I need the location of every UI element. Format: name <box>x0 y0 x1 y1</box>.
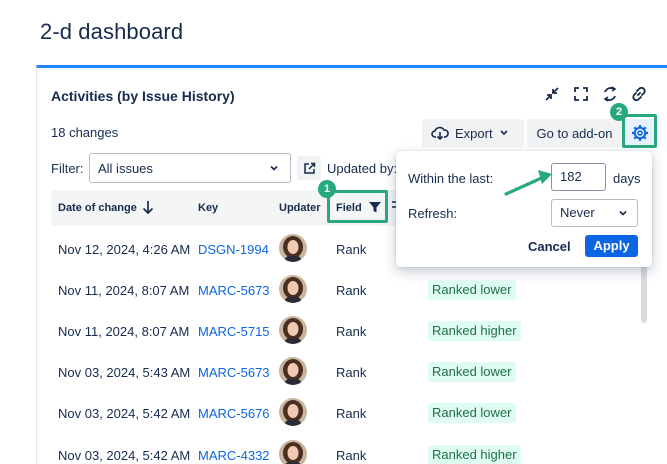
chevron-down-icon <box>270 165 278 171</box>
external-link-icon <box>303 162 315 174</box>
change-badge: Ranked lower <box>428 403 516 423</box>
avatar <box>279 316 307 344</box>
updated-by-label: Updated by: <box>327 161 398 176</box>
row-key-link[interactable]: MARC-5715 <box>198 324 270 339</box>
row-date: Nov 03, 2024, 5:42 AM <box>58 406 191 421</box>
chevron-down-icon <box>500 130 508 136</box>
change-badge: Ranked lower <box>428 362 516 382</box>
row-date: Nov 12, 2024, 4:26 AM <box>58 242 191 257</box>
avatar <box>279 440 307 464</box>
row-field: Rank <box>336 406 367 421</box>
annotation-badge-2: 2 <box>610 103 628 121</box>
table-row[interactable]: Nov 03, 2024, 5:42 AM MARC-4332 Rank Ran… <box>51 436 571 464</box>
arrow-down-icon[interactable] <box>141 199 155 215</box>
refresh-select[interactable]: Never <box>551 199 638 227</box>
row-date: Nov 03, 2024, 5:43 AM <box>58 365 191 380</box>
row-field: Rank <box>336 448 367 463</box>
row-field: Rank <box>336 283 367 298</box>
gear-highlight-box <box>622 114 657 148</box>
row-field: Rank <box>336 242 367 257</box>
row-key-link[interactable]: DSGN-1994 <box>198 242 269 257</box>
annotation-badge-1: 1 <box>318 180 336 198</box>
row-field: Rank <box>336 365 367 380</box>
row-field: Rank <box>336 324 367 339</box>
cloud-download-icon <box>431 126 449 140</box>
column-key[interactable]: Key <box>198 202 218 214</box>
column-updater[interactable]: Updater <box>279 202 321 214</box>
collapse-icon[interactable] <box>542 84 562 104</box>
filter-value: All issues <box>98 160 153 176</box>
refresh-value: Never <box>560 205 595 220</box>
gadget-title: Activities (by Issue History) <box>51 88 235 104</box>
avatar <box>279 234 307 262</box>
row-key-link[interactable]: MARC-4332 <box>198 448 270 463</box>
avatar <box>279 357 307 385</box>
fullscreen-icon[interactable] <box>571 84 591 104</box>
chevron-down-icon <box>619 210 627 216</box>
row-key-link[interactable]: MARC-5673 <box>198 283 270 298</box>
annotation-arrow <box>504 170 552 196</box>
change-badge: Ranked lower <box>428 280 516 300</box>
row-key-link[interactable]: MARC-5676 <box>198 406 270 421</box>
table-row[interactable]: Nov 11, 2024, 8:07 AM MARC-5715 Rank Ran… <box>51 312 571 352</box>
avatar <box>279 275 307 303</box>
cancel-button[interactable]: Cancel <box>528 239 571 254</box>
changes-count: 18 changes <box>51 125 119 140</box>
filter-label: Filter: <box>51 161 84 176</box>
page-title: 2-d dashboard <box>40 19 184 44</box>
within-last-label: Within the last: <box>408 171 494 186</box>
table-row[interactable]: Nov 11, 2024, 8:07 AM MARC-5673 Rank Ran… <box>51 271 571 311</box>
filter-select[interactable]: All issues <box>89 153 291 183</box>
row-date: Nov 11, 2024, 8:07 AM <box>58 324 190 339</box>
row-key-link[interactable]: MARC-5673 <box>198 365 270 380</box>
export-button[interactable]: Export <box>422 119 524 147</box>
days-unit-label: days <box>613 171 641 186</box>
row-date: Nov 11, 2024, 8:07 AM <box>58 283 190 298</box>
open-filter-button[interactable] <box>297 156 321 180</box>
refresh-icon[interactable] <box>600 84 620 104</box>
refresh-label: Refresh: <box>408 206 458 221</box>
go-to-addon-button[interactable]: Go to add-on <box>527 119 622 147</box>
column-date[interactable]: Date of change <box>58 202 137 214</box>
field-highlight-box <box>327 190 388 223</box>
change-badge: Ranked higher <box>428 445 521 464</box>
export-label: Export <box>455 125 493 141</box>
table-row[interactable]: Nov 03, 2024, 5:43 AM MARC-5673 Rank Ran… <box>51 353 571 393</box>
apply-button[interactable]: Apply <box>585 235 638 257</box>
link-icon[interactable] <box>629 84 649 104</box>
row-date: Nov 03, 2024, 5:42 AM <box>58 448 191 463</box>
change-badge: Ranked higher <box>428 321 521 341</box>
table-row[interactable]: Nov 03, 2024, 5:42 AM MARC-5676 Rank Ran… <box>51 394 571 434</box>
gadget-header-actions <box>542 84 649 104</box>
avatar <box>279 398 307 426</box>
